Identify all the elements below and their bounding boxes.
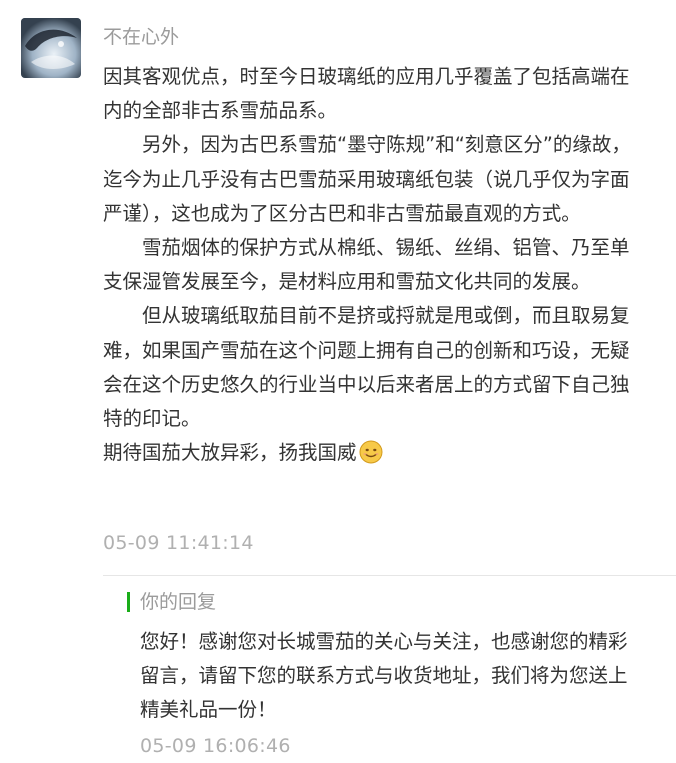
- reply-content: 您好！感谢您对长城雪茄的关心与关注，也感谢您的精彩留言，请留下您的联系方式与收货…: [140, 630, 628, 721]
- commenter-nickname: 不在心外: [103, 26, 180, 48]
- user-avatar-icon: [21, 18, 81, 78]
- comment-closing-line: 期待国茄大放异彩，扬我国威: [103, 436, 643, 470]
- comment-paragraph: 但从玻璃纸取茄目前不是挤或捋就是甩或倒，而且取易复难，如果国产雪茄在这个问题上拥…: [103, 304, 630, 431]
- reply-accent-bar: [127, 592, 130, 612]
- comment-paragraph: 因其客观优点，时至今日玻璃纸的应用几乎覆盖了包括高端在内的全部非古系雪茄品系。: [103, 65, 630, 123]
- divider: [103, 575, 676, 576]
- comment-timestamp: 05-09 11:41:14: [103, 532, 254, 554]
- reply-timestamp: 05-09 16:06:46: [140, 735, 291, 757]
- comment-content: 因其客观优点，时至今日玻璃纸的应用几乎覆盖了包括高端在内的全部非古系雪茄品系。 …: [103, 60, 643, 470]
- avatar[interactable]: [21, 18, 81, 78]
- reply-title: 你的回复: [140, 591, 217, 613]
- comment-paragraph: 雪茄烟体的保护方式从棉纸、锡纸、丝绢、铝管、乃至单支保湿管发展至今，是材料应用和…: [103, 236, 630, 294]
- comment-paragraph: 另外，因为古巴系雪茄“墨守陈规”和“刻意区分”的缘故，迄今为止几乎没有古巴雪茄采…: [103, 133, 631, 225]
- comment-closing-text: 期待国茄大放异彩，扬我国威: [103, 441, 357, 465]
- smile-emoji-icon: [359, 440, 383, 464]
